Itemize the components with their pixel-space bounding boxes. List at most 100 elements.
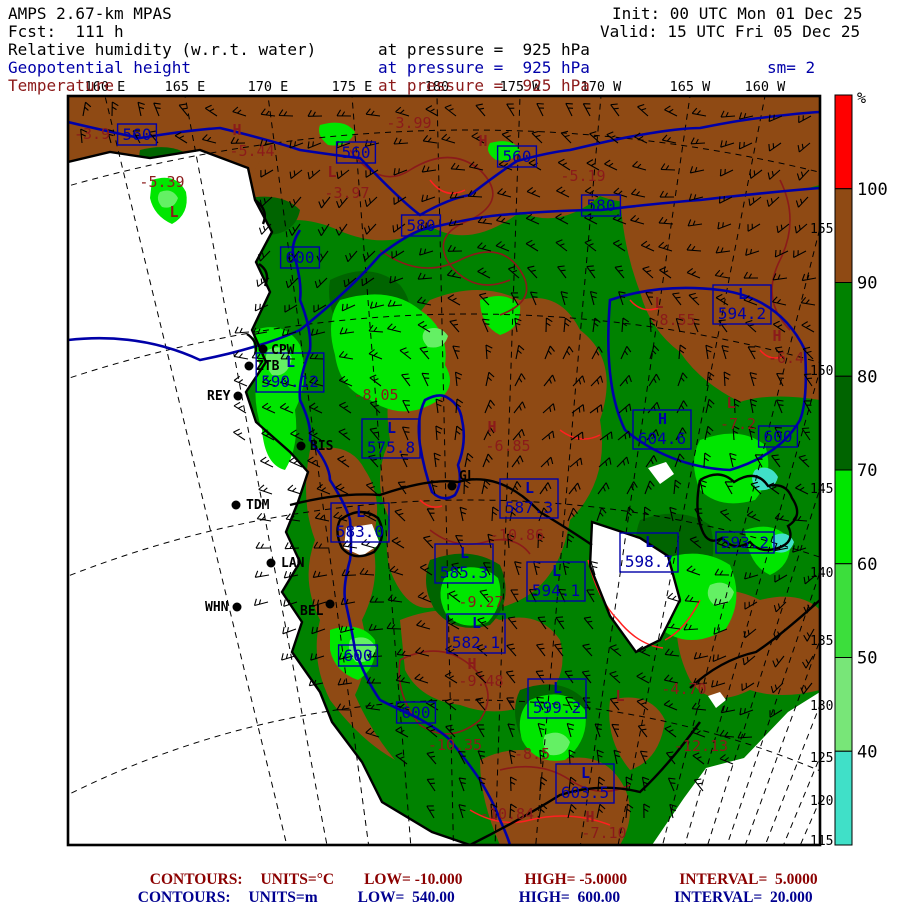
low-marker: L xyxy=(327,163,336,181)
temperature-label: -5.19 xyxy=(560,167,605,185)
svg-text:L: L xyxy=(553,679,562,697)
temperature-label: -8.5 xyxy=(514,745,550,763)
high-marker: H xyxy=(478,132,487,150)
temperature-label: -7.2 xyxy=(720,415,756,433)
svg-text:585.3: 585.3 xyxy=(440,563,488,582)
svg-text:580: 580 xyxy=(407,216,436,235)
colorbar-tick-label: 60 xyxy=(857,555,877,575)
temperature-label: -10.86 xyxy=(490,526,544,544)
station-label: WHN xyxy=(205,600,229,615)
svg-text:L: L xyxy=(738,285,747,303)
low-marker: L xyxy=(615,687,624,705)
svg-text:L: L xyxy=(645,533,654,551)
temperature-label: -3.97 xyxy=(324,184,369,202)
temperature-label: -9.27 xyxy=(458,593,503,611)
colorbar-segment xyxy=(835,376,852,470)
colorbar-tick-label: 70 xyxy=(857,461,877,481)
svg-text:L: L xyxy=(460,544,469,562)
colorbar-segment xyxy=(835,189,852,283)
temperature-label: -12.13 xyxy=(674,737,728,755)
field-hgt-label: Geopotential height xyxy=(8,59,191,77)
longitude-tick-label: 165 E xyxy=(165,79,206,95)
field-rh-level: at pressure = 925 hPa xyxy=(378,41,590,59)
contour-info-height: CONTOURS:UNITS=mLOW= 540.00HIGH= 600.00I… xyxy=(130,871,813,907)
temperature-label: -8.05 xyxy=(353,386,398,404)
field-hgt-level: at pressure = 925 hPa xyxy=(378,59,590,77)
height-contour-label: 593.2 xyxy=(716,532,774,553)
svg-text:587.3: 587.3 xyxy=(505,498,553,517)
station-label: BIS xyxy=(310,439,334,454)
svg-text:582.1: 582.1 xyxy=(452,633,500,652)
height-contour-label: 560 xyxy=(118,124,157,145)
field-tmp-level: at pressure = 925 hPa xyxy=(378,77,590,95)
svg-text:603.5: 603.5 xyxy=(561,783,609,802)
temperature-label: -10.84 xyxy=(480,805,534,823)
init-time: Init: 00 UTC Mon 01 Dec 25 xyxy=(612,5,862,23)
colorbar-tick-label: 80 xyxy=(857,367,877,387)
colorbar-segment xyxy=(835,564,852,658)
height-contour-label: 580 xyxy=(582,195,621,216)
svg-text:600: 600 xyxy=(764,427,793,446)
temperature-label: -3.9 xyxy=(74,125,110,143)
colorbar: %100908070605040 xyxy=(835,89,888,845)
height-contour-label: 560 xyxy=(498,146,537,167)
height-contour-label: 600 xyxy=(339,645,378,666)
contour-high: HIGH= 600.00 xyxy=(519,889,620,907)
colorbar-segment xyxy=(835,658,852,752)
valid-time: Valid: 15 UTC Fri 05 Dec 25 xyxy=(600,23,860,41)
station-label: LAN xyxy=(281,556,305,571)
high-marker: H xyxy=(467,655,476,673)
svg-text:H: H xyxy=(658,410,667,428)
station-label: TDM xyxy=(246,498,270,513)
colorbar-tick-label: 100 xyxy=(857,180,888,200)
station-label: GL xyxy=(459,469,475,484)
contour-units: UNITS=m xyxy=(248,889,317,907)
colorbar-tick-label: 50 xyxy=(857,649,877,669)
temperature-label: -6.4 xyxy=(768,349,804,367)
high-marker: H xyxy=(232,121,241,139)
svg-text:604.6: 604.6 xyxy=(638,429,686,448)
forecast-map: 160 E165 E170 E175 E180175 W170 W165 W16… xyxy=(0,0,900,900)
station-label: REY xyxy=(207,389,231,404)
model-title: AMPS 2.67-km MPAS xyxy=(8,5,172,23)
longitude-tick-label: 160 W xyxy=(745,79,787,95)
svg-text:L: L xyxy=(525,479,534,497)
svg-text:580: 580 xyxy=(587,196,616,215)
contour-low: LOW= 540.00 xyxy=(358,889,455,907)
longitude-tick-label: 165 W xyxy=(670,79,712,95)
colorbar-tick-label: 90 xyxy=(857,274,877,294)
colorbar-segment xyxy=(835,751,852,845)
svg-text:560: 560 xyxy=(503,147,532,166)
svg-text:594.1: 594.1 xyxy=(532,581,580,600)
colorbar-segment xyxy=(835,470,852,564)
svg-text:583.0: 583.0 xyxy=(336,522,384,541)
low-marker: L xyxy=(654,294,663,312)
svg-text:560: 560 xyxy=(342,143,371,162)
colorbar-unit: % xyxy=(857,89,866,107)
temperature-label: -8.55 xyxy=(650,311,695,329)
high-marker: H xyxy=(772,327,781,345)
svg-text:600: 600 xyxy=(286,248,315,267)
temperature-label: -9.48 xyxy=(458,672,503,690)
svg-text:593.2: 593.2 xyxy=(721,533,769,552)
height-contour-label: 600 xyxy=(397,702,436,723)
svg-text:599.2: 599.2 xyxy=(533,698,581,717)
high-marker: H xyxy=(487,418,496,436)
svg-text:L: L xyxy=(356,503,365,521)
longitude-tick-label: 170 E xyxy=(248,79,289,95)
contours-label: CONTOURS: xyxy=(138,889,231,907)
height-contour-label: 600 xyxy=(759,426,798,447)
longitude-tick-label: 175 E xyxy=(332,79,373,95)
height-contour-label: 580 xyxy=(402,215,441,236)
svg-text:L: L xyxy=(552,562,561,580)
station-label: BEL xyxy=(300,604,324,619)
colorbar-segment xyxy=(835,283,852,377)
svg-text:598.7: 598.7 xyxy=(625,552,673,571)
svg-text:560: 560 xyxy=(123,125,152,144)
height-contour-label: 600 xyxy=(281,247,320,268)
svg-text:575.8: 575.8 xyxy=(367,438,415,457)
svg-text:600: 600 xyxy=(344,646,373,665)
svg-text:590.12: 590.12 xyxy=(261,372,319,391)
height-contour-label: 560 xyxy=(337,142,376,163)
smoothing-note: sm= 2 xyxy=(767,59,815,77)
